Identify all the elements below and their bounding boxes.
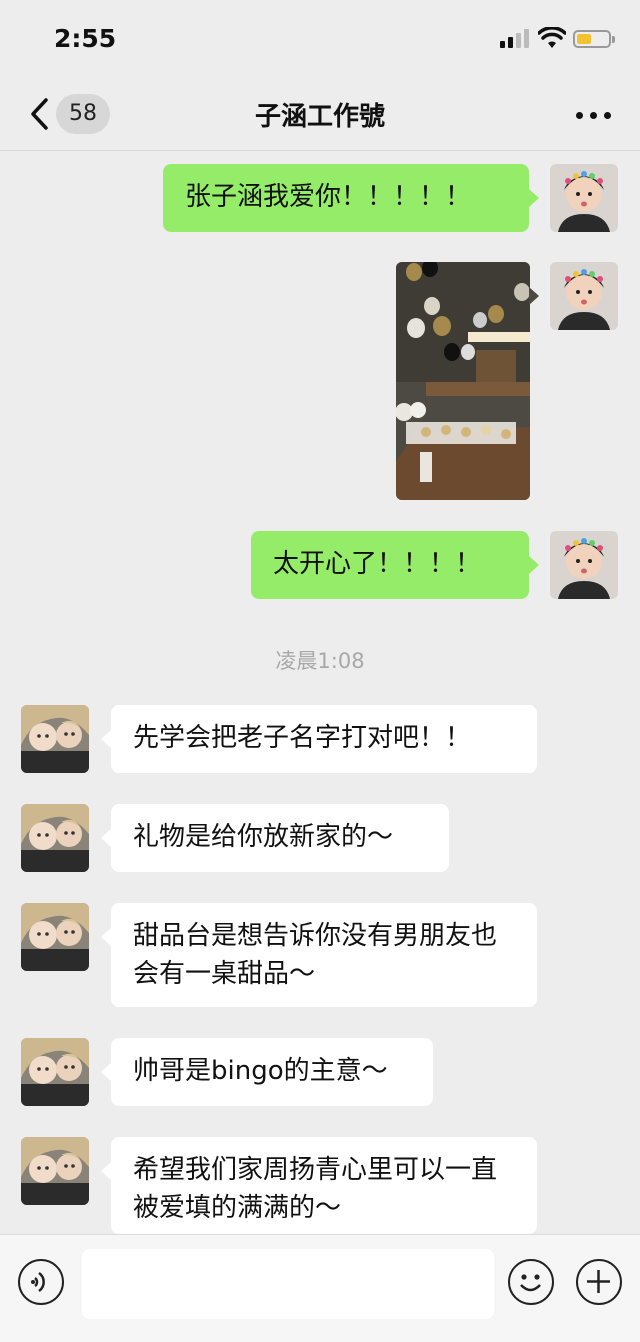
contact-message-bubble[interactable]: 礼物是给你放新家的～	[111, 804, 449, 872]
more-icon[interactable]	[572, 98, 616, 134]
emoji-icon[interactable]	[508, 1259, 554, 1305]
bubble-tail	[101, 730, 111, 748]
message-text: 张子涵我爱你！！！！！	[185, 182, 472, 212]
image-message[interactable]	[396, 262, 530, 500]
contact-avatar[interactable]	[21, 1038, 89, 1106]
bubble-tail	[101, 1063, 111, 1081]
chat-title: 子涵工作號	[254, 102, 385, 132]
contact-avatar[interactable]	[21, 1137, 89, 1205]
battery-icon	[573, 30, 615, 48]
bubble-tail	[101, 829, 111, 847]
contact-message-bubble[interactable]: 帅哥是bingo的主意～	[111, 1038, 433, 1106]
message-text: 希望我们家周扬青心里可以一直被爱填的满满的～	[133, 1155, 498, 1223]
cellular-signal-icon	[500, 29, 529, 48]
contact-avatar[interactable]	[21, 903, 89, 971]
my-message-bubble[interactable]: 张子涵我爱你！！！！！	[163, 164, 529, 232]
message-text: 太开心了！！！！	[273, 549, 482, 579]
bubble-tail	[101, 1162, 111, 1180]
wifi-icon	[538, 27, 566, 48]
my-avatar[interactable]	[550, 164, 618, 232]
bubble-tail	[529, 287, 539, 305]
bubble-tail	[529, 556, 539, 574]
message-timestamp: 凌晨1:08	[275, 649, 365, 673]
status-bar: 2:55	[0, 0, 640, 80]
plus-icon[interactable]	[576, 1259, 622, 1305]
my-avatar[interactable]	[550, 531, 618, 599]
input-bar	[0, 1234, 640, 1342]
my-avatar[interactable]	[550, 262, 618, 330]
status-time: 2:55	[54, 24, 117, 53]
bubble-tail	[101, 928, 111, 946]
voice-icon[interactable]	[18, 1259, 64, 1305]
chat-header: 58 子涵工作號	[0, 80, 640, 151]
contact-message-bubble[interactable]: 先学会把老子名字打对吧！！	[111, 705, 537, 773]
contact-avatar[interactable]	[21, 705, 89, 773]
contact-avatar[interactable]	[21, 804, 89, 872]
message-text: 甜品台是想告诉你没有男朋友也会有一桌甜品～	[133, 921, 498, 989]
my-message-bubble[interactable]: 太开心了！！！！	[251, 531, 529, 599]
message-text: 先学会把老子名字打对吧！！	[133, 723, 472, 753]
message-input[interactable]	[82, 1249, 494, 1319]
message-text: 帅哥是bingo的主意～	[133, 1056, 388, 1086]
contact-message-bubble[interactable]: 甜品台是想告诉你没有男朋友也会有一桌甜品～	[111, 903, 537, 1007]
bubble-tail	[529, 189, 539, 207]
message-text: 礼物是给你放新家的～	[133, 822, 394, 852]
contact-message-bubble[interactable]: 希望我们家周扬青心里可以一直被爱填的满满的～	[111, 1137, 537, 1234]
